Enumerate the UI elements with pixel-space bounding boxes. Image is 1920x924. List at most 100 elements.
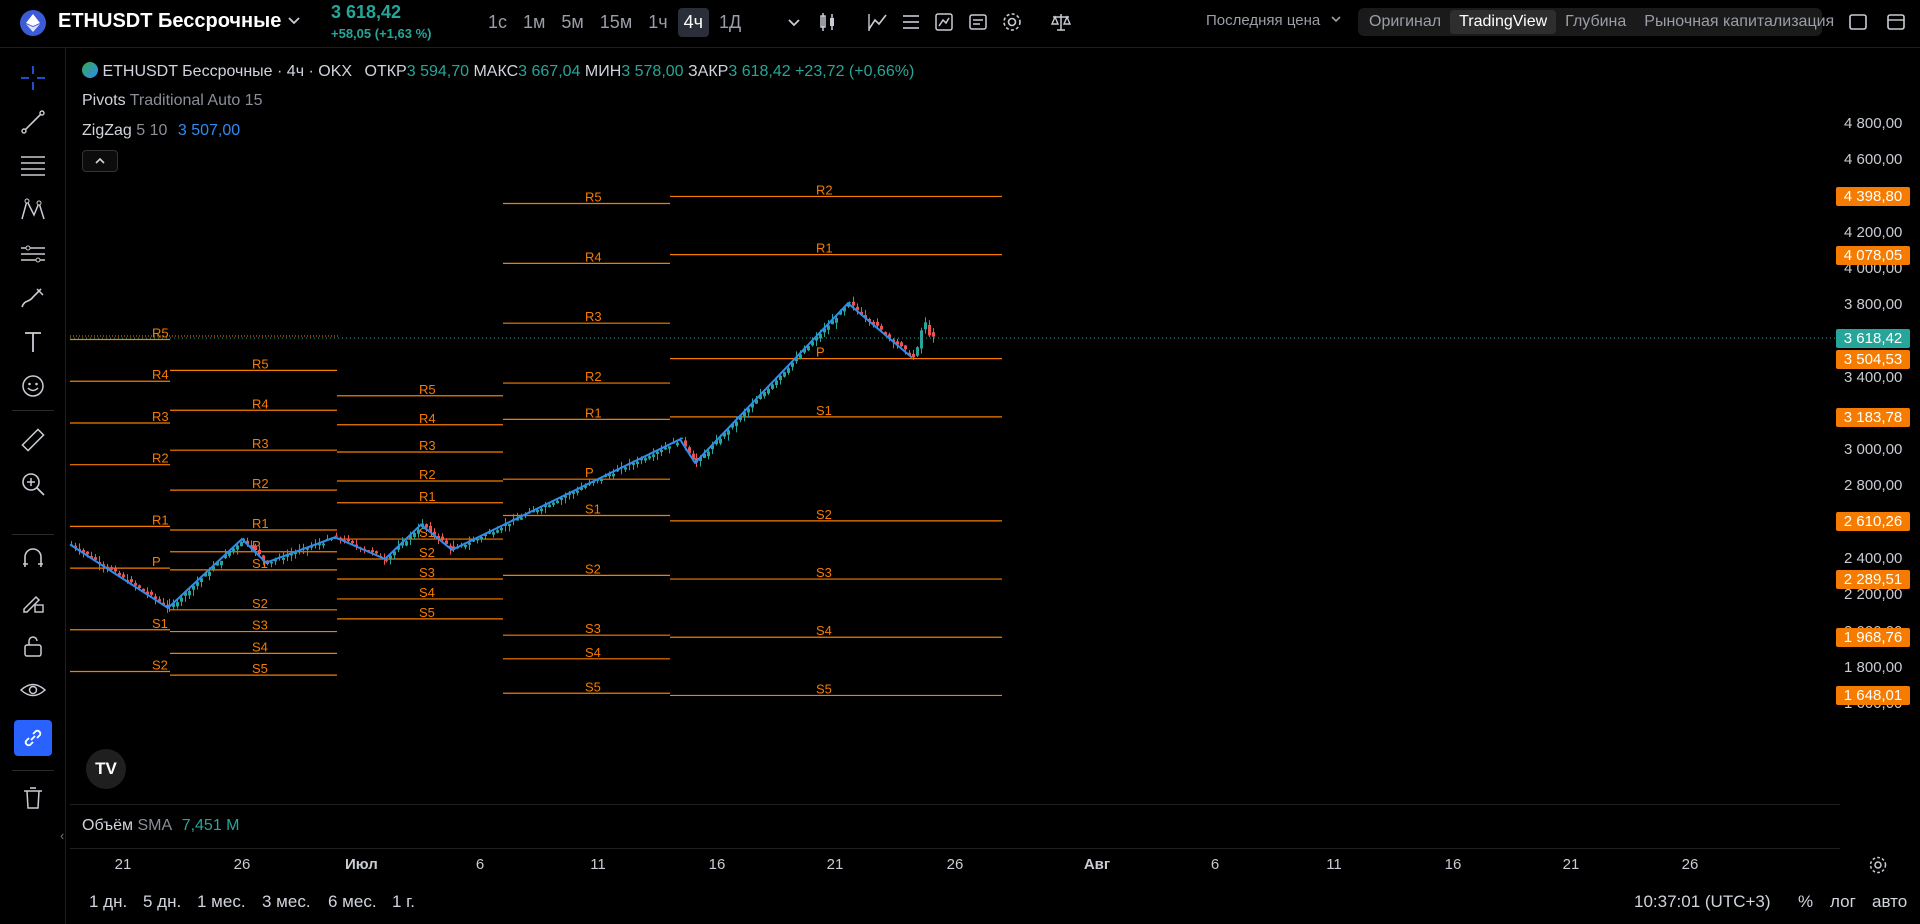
candle-body xyxy=(771,384,774,389)
candle-body xyxy=(676,442,679,446)
pivot-level-label: R2 xyxy=(419,467,436,482)
candle-body xyxy=(417,529,420,534)
pivot-level-label: S4 xyxy=(816,623,832,638)
price-tick-label: 1 800,00 xyxy=(1844,658,1903,676)
zigzag-params: 5 10 xyxy=(136,122,168,139)
pivot-level-label: S2 xyxy=(419,545,435,560)
price-tick-label: 4 600,00 xyxy=(1844,150,1903,168)
candle-body xyxy=(496,530,499,533)
candle-body xyxy=(556,500,559,504)
candle-body xyxy=(656,451,659,454)
candle-body xyxy=(508,523,511,527)
candle-body xyxy=(660,449,663,453)
time-tick-label: 21 xyxy=(114,856,132,873)
candle-body xyxy=(916,347,919,356)
price-badge: 4 078,05 xyxy=(1836,245,1910,265)
volume-legend[interactable]: Объём SMA 7,451 M xyxy=(82,817,240,835)
price-axis[interactable]: 4 800,00 4 600,00 4 200,00 4 000,00 3 800,00… xyxy=(1836,52,1920,852)
price-tick-label: 4 200,00 xyxy=(1844,223,1903,241)
pivot-level-label: S2 xyxy=(585,561,601,576)
low-label: МИН xyxy=(584,63,622,80)
pivots-legend[interactable]: Pivots Traditional Auto 15 xyxy=(82,92,263,110)
candle-body xyxy=(644,458,647,461)
close-label: ЗАКР xyxy=(688,63,729,80)
price-tick-label: 3 000,00 xyxy=(1844,441,1903,459)
pivot-level-label: R1 xyxy=(585,405,602,420)
candle-body xyxy=(429,525,432,530)
high-label: МАКС xyxy=(473,63,519,80)
candle-body xyxy=(600,478,603,482)
pivot-level-label: S1 xyxy=(152,616,168,631)
candle-body xyxy=(668,446,671,449)
candle-body xyxy=(110,567,113,570)
volume-name: Объём xyxy=(82,817,133,834)
candle-body xyxy=(413,532,416,538)
time-tick-label: 26 xyxy=(946,856,964,873)
candle-body xyxy=(351,541,354,544)
price-badge: 3 618,42 xyxy=(1836,329,1910,348)
time-axis-settings-icon[interactable] xyxy=(1866,853,1890,877)
candle-body xyxy=(852,301,855,306)
pane-divider[interactable] xyxy=(70,804,1840,805)
pivot-level-label: R5 xyxy=(419,382,436,397)
auto-toggle[interactable]: авто xyxy=(1872,892,1907,912)
chevron-up-icon xyxy=(95,157,105,164)
legend-title[interactable]: ETHUSDT Бессрочные · 4ч · OKX xyxy=(102,63,352,80)
zigzag-legend[interactable]: ZigZag 5 10 3 507,00 xyxy=(82,122,240,140)
price-chart[interactable]: R5 R4 R3 R2 R1 P S1 S2 R5 R4 R3 R2 R1 P S1 S2 S3 S4 S5 R5 R4… xyxy=(0,0,1920,924)
range-6m[interactable]: 6 мес. xyxy=(328,892,377,912)
pivot-level-label: R3 xyxy=(152,409,169,424)
candle-body xyxy=(727,430,730,435)
pivot-level-label: R4 xyxy=(585,249,602,264)
time-tick-label: 6 xyxy=(475,856,485,873)
percent-toggle[interactable]: % xyxy=(1798,892,1813,912)
pivot-level-label: S2 xyxy=(816,507,832,522)
candle-body xyxy=(208,571,211,576)
pivot-level-label: R5 xyxy=(152,326,169,341)
range-5d[interactable]: 5 дн. xyxy=(143,892,181,912)
candle-body xyxy=(464,544,467,548)
pivot-level-label: S1 xyxy=(585,501,601,516)
candle-body xyxy=(375,551,378,554)
time-axis[interactable]: 21 26 Июл 6 11 16 21 26 Авг 6 11 16 21 26 xyxy=(70,850,1840,880)
candle-body xyxy=(920,330,923,349)
candle-body xyxy=(719,438,722,444)
price-badge: 1 648,01 xyxy=(1836,686,1910,706)
zigzag-value: 3 507,00 xyxy=(177,122,241,139)
candle-body xyxy=(928,324,931,336)
candle-body xyxy=(779,375,782,381)
collapse-legend-button[interactable] xyxy=(82,150,118,172)
price-tick-label: 2 400,00 xyxy=(1844,550,1903,568)
candle-body xyxy=(835,318,838,323)
time-tick-label: 21 xyxy=(1562,856,1580,873)
candle-body xyxy=(767,388,770,394)
log-toggle[interactable]: лог xyxy=(1830,892,1856,912)
range-3m[interactable]: 3 мес. xyxy=(262,892,311,912)
open-value: 3 594,70 xyxy=(406,63,469,80)
candle-body xyxy=(150,591,153,595)
okx-logo-icon xyxy=(82,62,98,78)
pivot-level-label: P xyxy=(816,345,825,360)
pivot-level-label: S1 xyxy=(816,403,832,418)
pivot-level-label: S3 xyxy=(252,618,268,633)
range-1d[interactable]: 1 дн. xyxy=(89,892,127,912)
pivot-level-label: S4 xyxy=(419,585,435,600)
candle-body xyxy=(552,502,555,505)
candle-body xyxy=(138,585,141,589)
candle-body xyxy=(114,568,117,572)
tradingview-logo-icon[interactable]: TV xyxy=(86,749,126,789)
pivot-level-label: R5 xyxy=(585,189,602,204)
pivots-name: Pivots xyxy=(82,92,126,109)
candle-body xyxy=(932,332,935,337)
zigzag-line[interactable] xyxy=(69,301,913,610)
pivot-level-label: S5 xyxy=(585,679,601,694)
candle-body xyxy=(385,560,388,562)
candle-body xyxy=(130,579,133,583)
candle-body xyxy=(787,368,790,373)
bottom-toolbar: 1 дн. 5 дн. 1 мес. 3 мес. 6 мес. 1 г. 10… xyxy=(66,880,1920,924)
price-badge: 4 398,80 xyxy=(1836,187,1910,207)
range-1y[interactable]: 1 г. xyxy=(392,892,415,912)
candle-body xyxy=(371,550,374,553)
clock[interactable]: 10:37:01 (UTC+3) xyxy=(1634,892,1771,912)
range-1m[interactable]: 1 мес. xyxy=(197,892,246,912)
